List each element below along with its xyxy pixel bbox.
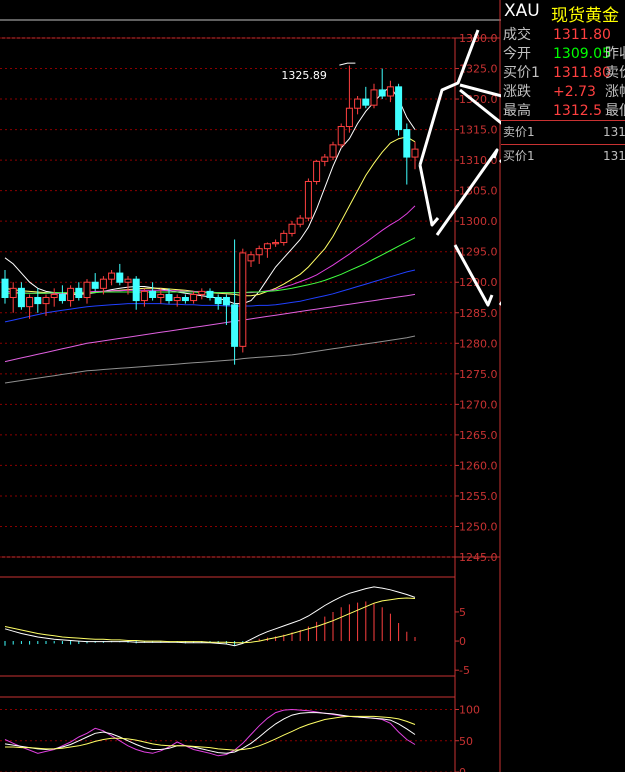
candle-body: [411, 148, 419, 158]
candle-body: [1, 278, 9, 298]
high-marker-line: [339, 62, 356, 66]
candle-body: [91, 281, 99, 289]
candle-body: [165, 293, 173, 302]
order-book-label: 买价1: [503, 149, 535, 163]
candle-body: [214, 297, 222, 305]
candle-body: [116, 272, 124, 283]
candle-body: [263, 243, 271, 250]
candle-body: [108, 272, 116, 280]
candle-body: [198, 290, 206, 295]
candle-body: [157, 293, 165, 298]
order-book-label: 卖价1: [503, 125, 535, 139]
candle-body: [9, 287, 17, 299]
kdj-line: [5, 715, 416, 751]
y-tick-label: 1285.0: [459, 307, 498, 320]
order-book-row: 卖价1 131: [501, 120, 625, 143]
candle-body: [272, 242, 280, 245]
candle-body: [83, 281, 91, 298]
order-book-row: 买价1 131: [501, 144, 625, 167]
candle-body: [149, 290, 157, 298]
y-tick-label: 1280.0: [459, 337, 498, 350]
quote-title: XAU 现货黄金: [501, 0, 625, 26]
candle-body: [378, 89, 386, 97]
y-tick-label: 1250.0: [459, 520, 498, 533]
candle-body: [42, 297, 50, 305]
ma-line: [4, 205, 416, 294]
candle-body: [231, 304, 239, 347]
y-tick-label: 1295.0: [459, 246, 498, 259]
instrument-name: 现货黄金: [551, 6, 619, 26]
candle-body: [173, 297, 181, 302]
quote-label-secondary: 最低: [605, 103, 625, 119]
quote-row: 最高 1312.5最低: [501, 100, 625, 122]
candle-body: [337, 126, 345, 146]
y-tick-label: 1315.0: [459, 124, 498, 137]
candle-body: [26, 297, 34, 308]
candle-body: [386, 86, 394, 97]
candle-body: [280, 232, 288, 244]
y-tick-label: 0: [459, 635, 466, 648]
y-tick-label: 1270.0: [459, 398, 498, 411]
candle-body: [17, 287, 25, 308]
y-tick-label: 1260.0: [459, 459, 498, 472]
y-tick-label: 1245.0: [459, 551, 498, 564]
candle-body: [370, 89, 378, 106]
kline-chart: 1330.01325.01320.01315.01310.01305.01300…: [0, 0, 501, 772]
y-tick-label: 100: [459, 704, 480, 717]
candle-body: [403, 129, 411, 158]
ma-line: [4, 293, 416, 363]
forecast-arrow: [418, 164, 440, 227]
candle-body: [50, 293, 58, 298]
candle-body: [34, 297, 42, 305]
candle-body: [395, 86, 403, 131]
y-tick-label: 0: [459, 766, 466, 772]
candle-body: [255, 248, 263, 256]
symbol-code: XAU: [504, 1, 540, 21]
candle-body: [296, 217, 304, 225]
quote-label: 最高: [503, 103, 531, 119]
candle-body: [132, 278, 140, 302]
y-tick-label: 1300.0: [459, 215, 498, 228]
candle-body: [354, 98, 362, 109]
candle-body: [321, 156, 329, 162]
candle-body: [58, 293, 66, 302]
candle-body: [239, 252, 247, 347]
candle-body: [124, 278, 132, 283]
candle-body: [206, 290, 214, 298]
candle-body: [99, 278, 107, 289]
candle-body: [67, 287, 75, 302]
candle-body: [140, 290, 148, 302]
y-tick-label: 1255.0: [459, 490, 498, 503]
candle-body: [75, 287, 83, 299]
candle-body: [362, 98, 370, 106]
candle-body: [288, 223, 296, 234]
candle-body: [181, 297, 189, 302]
y-tick-label: 1330.0: [459, 32, 498, 45]
candle-body: [190, 293, 198, 302]
ma-line: [5, 237, 416, 294]
macd-line: [4, 597, 416, 644]
candle-body: [329, 144, 337, 158]
candle-body: [313, 160, 321, 182]
quote-panel: XAU 现货黄金 成交1311.80今开1309.05昨收买价11311.80卖…: [501, 0, 625, 772]
high-annotation: 1325.89: [281, 69, 327, 82]
y-tick-label: 50: [459, 735, 473, 748]
y-tick-label: 1265.0: [459, 429, 498, 442]
ma-line: [4, 86, 416, 305]
order-book-value: 131: [603, 149, 625, 163]
quote-value: 1312.5: [553, 103, 602, 119]
y-tick-label: 5: [459, 606, 466, 619]
order-book-value: 131: [603, 125, 625, 139]
candle-body: [247, 254, 255, 262]
y-tick-label: 1275.0: [459, 368, 498, 381]
candle-body: [222, 297, 230, 306]
y-tick-label: -5: [459, 664, 470, 677]
ma-line: [4, 136, 416, 297]
candle-body: [345, 107, 353, 128]
candle-body: [304, 180, 312, 219]
